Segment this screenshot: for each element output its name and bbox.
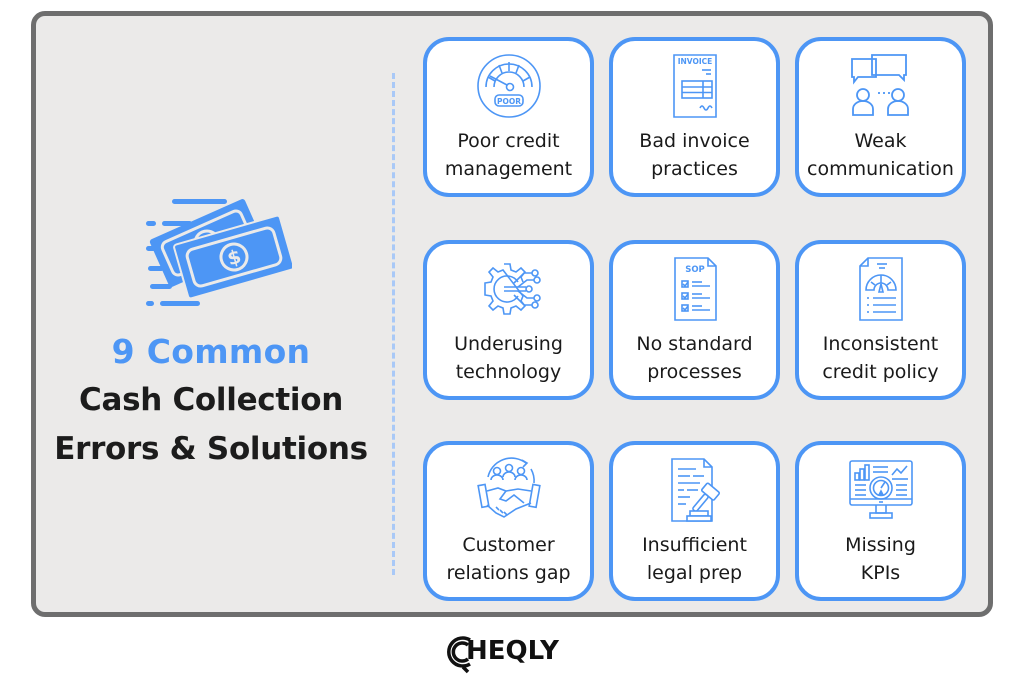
card-underusing-technology: Underusing technology: [423, 240, 594, 400]
card-label: Poor credit management: [427, 127, 590, 183]
sop-checklist-icon: SOP: [673, 257, 717, 321]
svg-text:INVOICE: INVOICE: [677, 57, 712, 66]
card-label-line-2: practices: [651, 158, 738, 180]
card-label: Customer relations gap: [427, 531, 590, 587]
svg-text:POOR: POOR: [496, 97, 520, 106]
card-label-line-1: Bad invoice: [639, 130, 750, 152]
svg-text:SOP: SOP: [685, 265, 705, 275]
card-label-line-2: processes: [647, 361, 742, 383]
money-bills-icon: $: [146, 199, 292, 306]
card-label-line-2: KPIs: [860, 562, 901, 584]
card-weak-communication: Weak communication: [795, 37, 966, 197]
card-label: Weak communication: [799, 127, 962, 183]
title-count: 9 Common: [111, 332, 311, 371]
card-label-line-2: management: [444, 158, 573, 180]
card-label-line-1: Insufficient: [642, 534, 747, 556]
card-label-line-1: Poor credit: [457, 130, 560, 152]
card-label-line-2: technology: [455, 361, 562, 383]
handshake-team-icon: [476, 457, 541, 518]
card-label: Underusing technology: [427, 330, 590, 386]
card-label-line-2: legal prep: [646, 562, 743, 584]
card-bad-invoice-practices: INVOICE Bad invoice practices: [609, 37, 780, 197]
card-label-line-1: Weak: [854, 130, 907, 152]
kpi-dashboard-monitor-icon: [848, 460, 913, 519]
legal-gavel-document-icon: [670, 458, 720, 522]
card-label-line-1: Missing: [845, 534, 916, 556]
card-label-line-2: credit policy: [822, 361, 939, 383]
card-label: Insufficient legal prep: [613, 531, 776, 587]
card-label: Inconsistent credit policy: [799, 330, 962, 386]
card-label-line-2: communication: [807, 158, 954, 180]
card-label-line-1: No standard: [636, 333, 753, 355]
card-no-standard-processes: SOP No standard processes: [609, 240, 780, 400]
title-panel: $ 9 Common Cash Collection Errors & Solu…: [36, 16, 386, 612]
title-line-3: Errors & Solutions: [54, 431, 368, 467]
card-label-line-1: Customer: [462, 534, 555, 556]
chat-people-icon: [850, 54, 909, 116]
card-poor-credit-management: POOR Poor credit management: [423, 37, 594, 197]
infographic-frame: $ 9 Common Cash Collection Errors & Solu…: [31, 11, 993, 617]
card-label-line-1: Underusing: [454, 333, 563, 355]
dashed-divider: [392, 73, 395, 575]
card-label-line-1: Inconsistent: [822, 333, 939, 355]
credit-policy-document-icon: [858, 257, 903, 321]
card-label-line-2: relations gap: [446, 562, 571, 584]
card-label: No standard processes: [613, 330, 776, 386]
gear-circuit-icon: [483, 263, 541, 315]
card-inconsistent-credit-policy: Inconsistent credit policy: [795, 240, 966, 400]
card-missing-kpis: Missing KPIs: [795, 441, 966, 601]
cheqly-logo: HEQLY: [444, 632, 584, 674]
title-line-2: Cash Collection: [79, 382, 343, 418]
card-insufficient-legal-prep: Insufficient legal prep: [609, 441, 780, 601]
card-customer-relations-gap: Customer relations gap: [423, 441, 594, 601]
card-label: Bad invoice practices: [613, 127, 776, 183]
invoice-document-icon: INVOICE: [672, 54, 717, 118]
logo-wordmark: HEQLY: [466, 636, 559, 666]
credit-score-gauge-icon: POOR: [476, 54, 541, 118]
card-label: Missing KPIs: [799, 531, 962, 587]
